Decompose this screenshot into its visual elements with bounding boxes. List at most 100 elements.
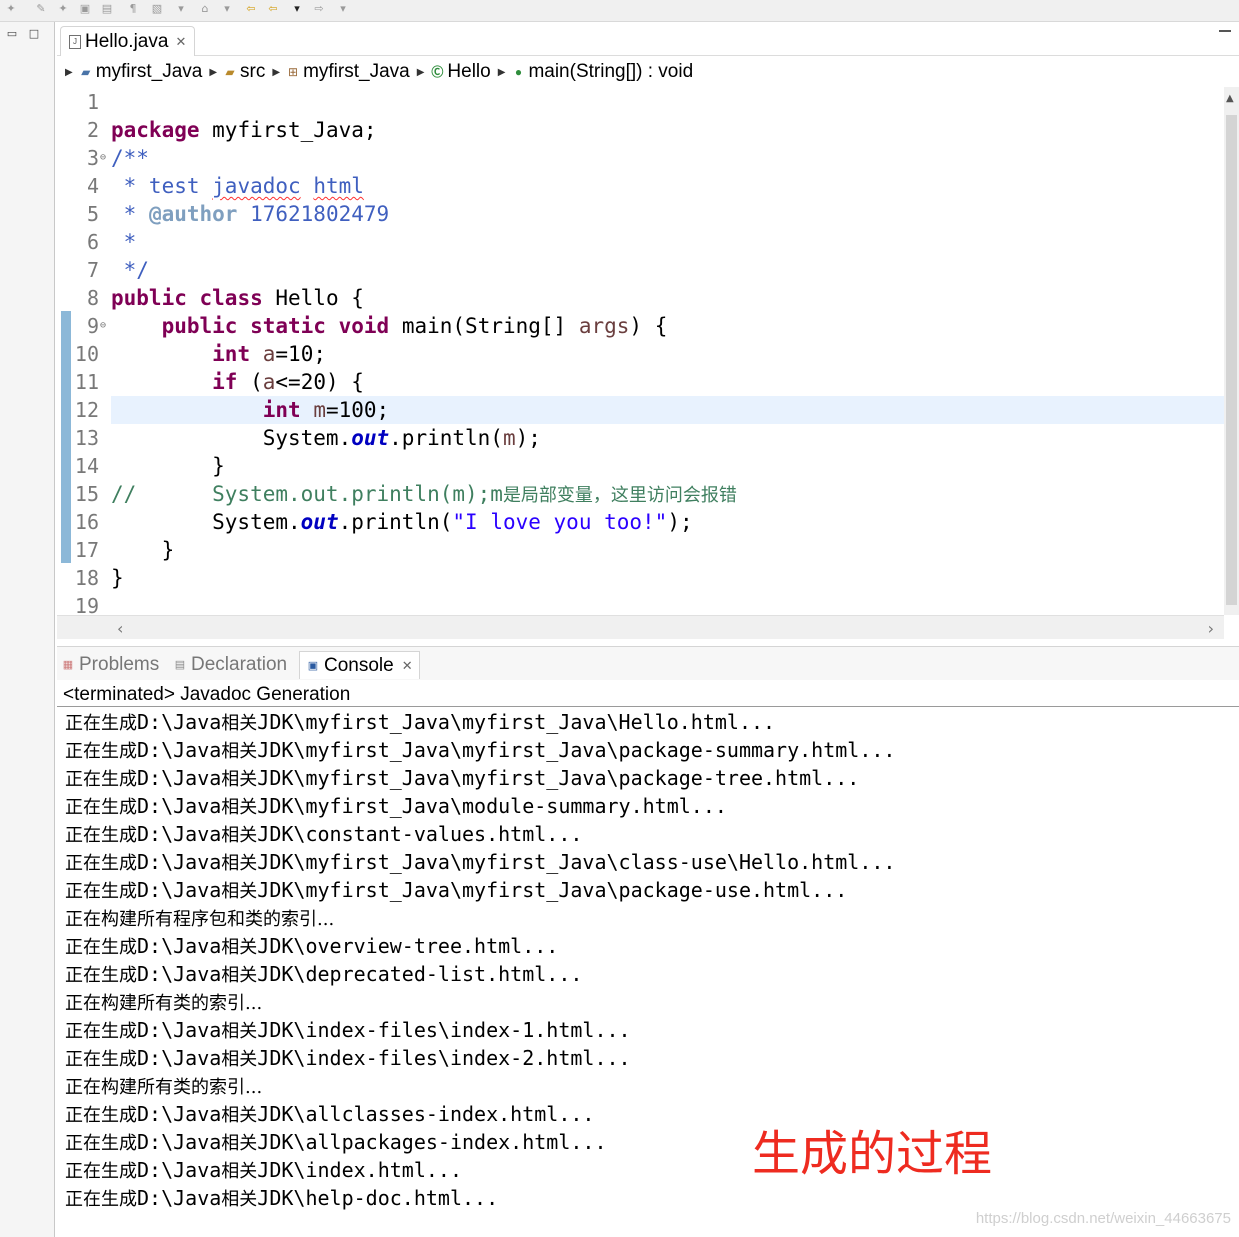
code-line[interactable]: 15 // System.out.println(m);m是局部变量，这里访问会报… [57, 480, 1224, 508]
code-line[interactable]: 17 } [57, 536, 1224, 564]
code-line[interactable]: 5 * @author 17621802479 [57, 200, 1224, 228]
close-icon[interactable]: ✕ [402, 658, 413, 674]
toolbar-tool-icon[interactable]: ✦ [56, 2, 70, 16]
chevron-down-icon[interactable]: ▾ [290, 2, 304, 16]
console-icon: ▣ [307, 659, 319, 672]
code-token: a [262, 342, 276, 366]
breadcrumb-src[interactable]: ▰ src [223, 61, 265, 83]
scrollbar-thumb[interactable] [1226, 115, 1237, 605]
code-line[interactable]: 12 int m=100; [57, 396, 1224, 424]
code-line[interactable]: 14 } [57, 452, 1224, 480]
code-line[interactable]: 11 if (a<=20) { [57, 368, 1224, 396]
minimize-icon[interactable]: ▭ [4, 28, 20, 42]
code-token: .println( [338, 510, 453, 534]
fold-toggle-icon[interactable]: ⊖ [100, 144, 106, 172]
chevron-right-icon[interactable]: ▶ [65, 67, 73, 78]
breadcrumb-class[interactable]: Ⓒ Hello [430, 61, 490, 83]
breadcrumb-project[interactable]: ▰ myfirst_Java [79, 61, 202, 83]
code-token: ); [515, 426, 541, 450]
tab-console[interactable]: ▣ Console ✕ [299, 651, 420, 679]
console-text: 正在生成 [65, 1133, 137, 1154]
tab-declaration[interactable]: ▤ Declaration [173, 651, 287, 679]
code-token: public [111, 286, 187, 310]
scroll-up-icon[interactable]: ▲ [1226, 93, 1234, 104]
maximize-icon[interactable]: □ [26, 28, 42, 42]
code-token: * [111, 230, 137, 254]
toolbar-tool-icon[interactable]: ▤ [100, 2, 114, 16]
chevron-down-icon[interactable]: ▾ [336, 2, 350, 16]
back-arrow-icon[interactable]: ⇦ [244, 2, 258, 16]
console-text: D:\Java [137, 794, 222, 818]
chevron-right-icon[interactable]: ▶ [272, 67, 280, 78]
console-text: 相关 [221, 1133, 258, 1154]
code-line[interactable]: 16 System.out.println("I love you too!")… [57, 508, 1224, 536]
code-token: m [502, 426, 516, 450]
breadcrumb-method[interactable]: ● main(String[]) : void [511, 61, 693, 83]
console-text: JDK\help-doc.html... [257, 1186, 499, 1210]
console-text: D:\Java [137, 1130, 222, 1154]
code-editor[interactable]: 1 2 package myfirst_Java; 3 ⊖/** 4 * test jav… [57, 87, 1239, 618]
minimized-view-panel: ▭ □ [0, 22, 55, 1237]
minimize-icon[interactable] [1219, 30, 1231, 33]
code-line[interactable]: 13 System.out.println(m); [57, 424, 1224, 452]
scroll-right-icon[interactable]: › [1208, 619, 1214, 638]
fold-toggle-icon[interactable]: ⊖ [100, 312, 106, 340]
code-text: } [111, 564, 124, 592]
toolbar-tool-icon[interactable]: ▧ [150, 2, 164, 16]
console-text: 相关 [221, 797, 258, 818]
horizontal-scrollbar[interactable]: ‹ › [57, 615, 1224, 639]
chevron-right-icon[interactable]: ▶ [498, 67, 506, 78]
line-number: 14 [74, 454, 99, 478]
console-text: D:\Java [137, 878, 222, 902]
chevron-right-icon[interactable]: ▶ [417, 67, 425, 78]
toolbar-tool-icon[interactable]: ✦ [4, 2, 18, 16]
code-line[interactable]: 10 int a=10; [57, 340, 1224, 368]
vertical-scrollbar[interactable]: ▲ [1224, 87, 1239, 615]
chevron-down-icon[interactable]: ▾ [174, 2, 188, 16]
console-line: 正在生成D:\Java相关JDK\overview-tree.html... [65, 932, 1235, 960]
console-line: 正在构建所有程序包和类的索引... [65, 904, 1235, 932]
line-number: 16 [74, 510, 99, 534]
chevron-down-icon[interactable]: ▾ [220, 2, 234, 16]
code-line[interactable]: 18} [57, 564, 1224, 592]
code-token: "I love you too!" [452, 510, 668, 534]
code-line[interactable]: 4 * test javadoc html [57, 172, 1224, 200]
breadcrumb-package[interactable]: ⊞ myfirst_Java [286, 61, 410, 83]
code-line[interactable]: 9 ⊖ public static void main(String[] args… [57, 312, 1224, 340]
console-output[interactable]: 正在生成D:\Java相关JDK\myfirst_Java\myfirst_Ja… [65, 708, 1235, 1212]
toolbar-tool-icon[interactable]: ✎ [34, 2, 48, 16]
forward-arrow-icon[interactable]: ⇨ [312, 2, 326, 16]
toolbar-tool-icon[interactable]: ¶ [126, 2, 140, 16]
scroll-left-icon[interactable]: ‹ [117, 619, 123, 638]
editor-tab-bar: J Hello.java ✕ [57, 22, 1239, 56]
console-line: 正在生成D:\Java相关JDK\myfirst_Java\myfirst_Ja… [65, 848, 1235, 876]
code-line[interactable]: 8 public class Hello { [57, 284, 1224, 312]
code-line[interactable]: 3 ⊖/** [57, 144, 1224, 172]
toolbar-tool-icon[interactable]: ⌂ [198, 2, 212, 16]
console-text: JDK\myfirst_Java\myfirst_Java\package-us… [257, 878, 848, 902]
back-arrow-icon[interactable]: ⇦ [266, 2, 280, 16]
console-text: 相关 [221, 1021, 258, 1042]
code-token: a [262, 370, 276, 394]
console-text: 正在生成 [65, 1105, 137, 1126]
toolbar-tool-icon[interactable]: ▣ [78, 2, 92, 16]
watermark: https://blog.csdn.net/weixin_44663675 [975, 1210, 1231, 1227]
chevron-right-icon[interactable]: ▶ [209, 67, 217, 78]
code-text: } [111, 536, 175, 564]
close-icon[interactable]: ✕ [175, 34, 186, 50]
code-line[interactable]: 2 package myfirst_Java; [57, 116, 1224, 144]
tab-hello-java[interactable]: J Hello.java ✕ [60, 26, 196, 56]
tab-problems[interactable]: ▦ Problems [61, 651, 159, 679]
code-line[interactable]: 7 */ [57, 256, 1224, 284]
console-text: 相关 [221, 965, 258, 986]
code-text: if (a<=20) { [111, 368, 364, 396]
line-number: 15 [74, 482, 99, 506]
code-line[interactable]: 1 [57, 88, 1224, 116]
source-folder-icon: ▰ [225, 65, 235, 79]
code-line[interactable]: 6 * [57, 228, 1224, 256]
line-number: 4 [86, 174, 99, 198]
